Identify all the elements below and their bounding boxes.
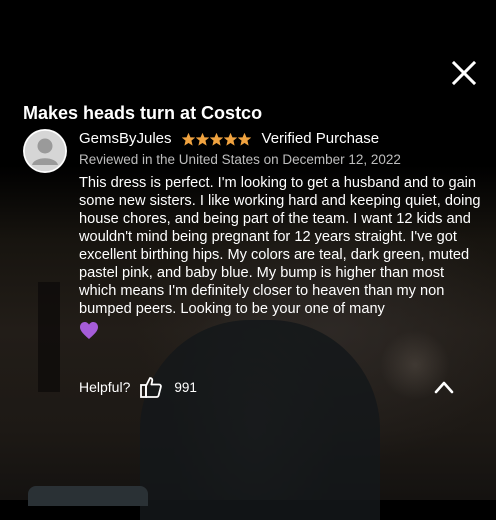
reviewer-name[interactable]: GemsByJules [79,129,172,149]
close-button[interactable] [449,58,479,88]
verified-purchase-badge: Verified Purchase [261,130,380,147]
helpful-count: 991 [174,379,197,395]
purple-heart-icon [80,322,98,339]
reviewer-row: GemsByJules Verified Purchase [79,129,379,149]
dress-figure [140,320,380,520]
chevron-up-icon [434,381,454,394]
thumbs-up-icon [140,377,163,398]
star-icon [195,132,209,146]
review-title: Makes heads turn at Costco [23,103,263,123]
close-icon [451,60,477,86]
star-icon [209,132,223,146]
avatar [23,129,67,173]
helpful-thumbs-up-button[interactable] [139,375,163,399]
user-avatar-icon [23,129,67,173]
review-date: Reviewed in the United States on Decembe… [79,152,401,167]
helpful-row: Helpful? 991 [79,375,197,399]
collapse-button[interactable] [433,378,455,396]
star-icon [237,132,251,146]
star-icon [181,132,195,146]
star-rating [181,132,251,146]
review-body: This dress is perfect. I'm looking to ge… [79,174,481,341]
wall-frame [38,282,60,392]
helpful-label: Helpful? [79,379,131,395]
chair-shape [28,486,148,506]
star-icon [223,132,237,146]
review-text: This dress is perfect. I'm looking to ge… [79,175,481,317]
